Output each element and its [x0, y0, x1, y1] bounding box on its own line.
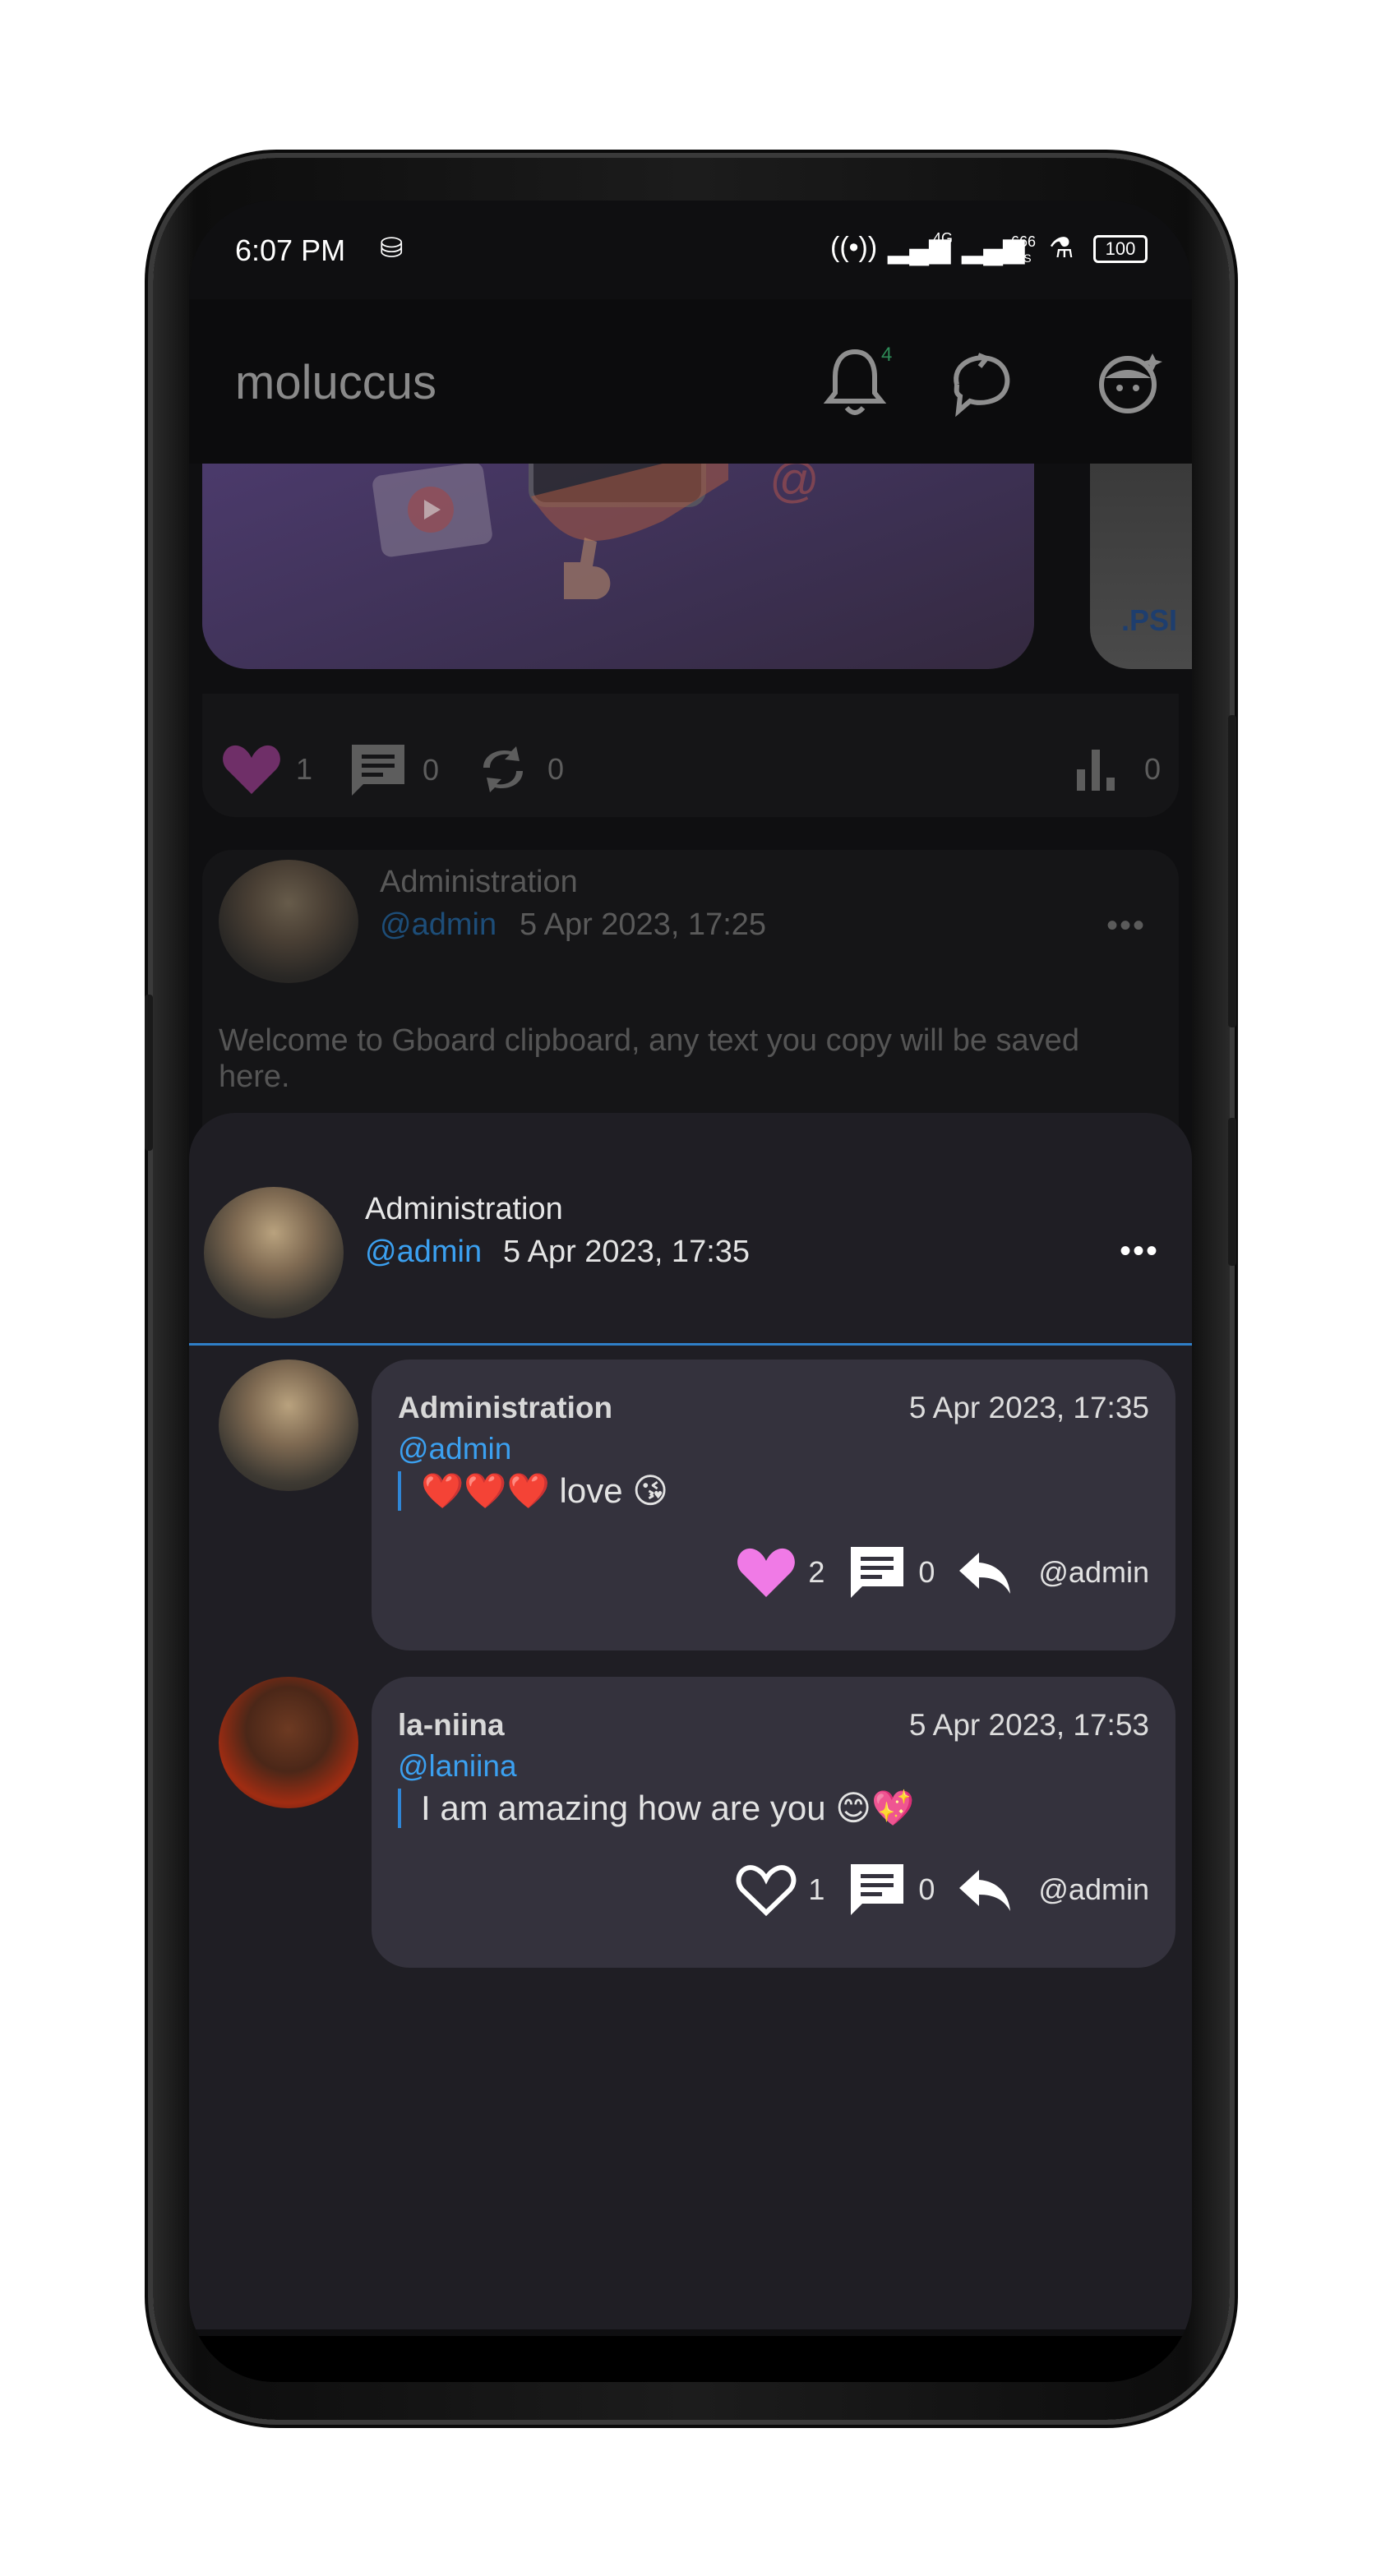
comment-avatar[interactable]: [219, 1677, 358, 1808]
hotspot-icon: ((•)): [830, 232, 878, 263]
comment-author-name: la-niina: [398, 1708, 505, 1742]
comment-icon[interactable]: [848, 1544, 907, 1601]
bg-post-author-handle[interactable]: @admin: [380, 907, 497, 943]
svg-text:@: @: [769, 464, 820, 507]
comment-date: 5 Apr 2023, 17:35: [908, 1391, 1149, 1424]
comment-text: I am amazing how are you 😊💖: [398, 1789, 914, 1828]
comment-author-name: Administration: [398, 1391, 613, 1424]
post-view-count: 0: [1144, 752, 1162, 786]
notification-count: 4: [881, 344, 893, 366]
post-banner-image[interactable]: @: [202, 464, 1034, 669]
comment-icon[interactable]: [848, 1861, 907, 1918]
comment-actions: 2 0 @admin: [736, 1544, 1149, 1601]
profile-face-icon[interactable]: [1093, 345, 1167, 419]
post-comment[interactable]: 0: [349, 741, 439, 799]
sim-icon: ⛁: [380, 233, 404, 264]
speed-unit: B/S: [1013, 252, 1032, 265]
volume-button: [145, 995, 153, 1151]
bg-post-text: Welcome to Gboard clipboard, any text yo…: [219, 1023, 1079, 1094]
comment-actions: 1 0 @admin: [736, 1861, 1149, 1918]
bg-post-author-name: Administration: [380, 865, 578, 899]
app-title: moluccus: [235, 356, 436, 409]
post-repost[interactable]: 0: [473, 743, 564, 796]
post-views[interactable]: 0: [1074, 745, 1161, 794]
comment-reply-count: 0: [918, 1555, 935, 1589]
comment-avatar[interactable]: [219, 1360, 358, 1491]
bell-icon[interactable]: [822, 345, 888, 419]
sheet-author-handle[interactable]: @admin: [365, 1235, 482, 1270]
speed-value: 666: [1011, 233, 1037, 250]
bar-chart-icon: [1077, 750, 1115, 791]
illustration-image: @: [372, 464, 820, 599]
comment-icon: [352, 745, 404, 796]
comment-like-count: 2: [808, 1555, 825, 1589]
sheet-divider: [189, 1343, 1192, 1346]
comment-date: 5 Apr 2023, 17:53: [908, 1708, 1149, 1742]
sheet-more-options-icon[interactable]: •••: [1120, 1233, 1159, 1270]
comment-reply-to[interactable]: @admin: [1038, 1555, 1149, 1590]
bg-post-date: 5 Apr 2023, 17:25: [520, 907, 767, 942]
post-like-count: 1: [296, 752, 313, 786]
battery-indicator: 100: [1093, 235, 1148, 263]
sheet-post-date: 5 Apr 2023, 17:35: [503, 1235, 751, 1269]
sheet-author-avatar[interactable]: [204, 1187, 344, 1318]
screen: 6:07 PM ⛁ ((•)) ▂▄▆ 4G ▂▄▆ 666 B/S ⚗ 100…: [189, 201, 1192, 2382]
avatar[interactable]: [219, 860, 358, 983]
power-button: [1228, 715, 1236, 1027]
comment-author-handle[interactable]: @laniina: [398, 1749, 517, 1784]
comment-card[interactable]: Administration 5 Apr 2023, 17:35 @admin …: [372, 1360, 1175, 1650]
heart-filled-icon[interactable]: [736, 1546, 797, 1599]
side-button: [1228, 1118, 1236, 1266]
comment-card[interactable]: la-niina 5 Apr 2023, 17:53 @laniina I am…: [372, 1677, 1175, 1968]
post-repost-count: 0: [547, 752, 565, 786]
post-comment-count: 0: [423, 753, 440, 787]
status-time: 6:07 PM: [235, 233, 346, 267]
chat-sync-icon[interactable]: [940, 344, 1019, 422]
repost-icon: [483, 746, 523, 792]
comment-reply-to[interactable]: @admin: [1038, 1872, 1149, 1907]
post-banner-image-2[interactable]: .PSI: [1090, 464, 1192, 669]
comment-text: ❤️❤️❤️ love 😘: [398, 1471, 668, 1511]
heart-filled-icon: [223, 745, 280, 794]
comment-reply-count: 0: [918, 1872, 935, 1906]
more-options-icon[interactable]: •••: [1106, 907, 1146, 944]
post-like[interactable]: 1: [222, 743, 312, 796]
heart-outline-icon[interactable]: [736, 1863, 797, 1916]
navigation-bar: [189, 2336, 1192, 2382]
sheet-author-name: Administration: [365, 1192, 563, 1226]
reply-icon[interactable]: [958, 1549, 1012, 1595]
status-bar: 6:07 PM ⛁ ((•)) ▂▄▆ 4G ▂▄▆ 666 B/S ⚗ 100: [189, 201, 1192, 299]
comment-like-count: 1: [808, 1872, 825, 1906]
reply-icon[interactable]: [958, 1867, 1012, 1913]
comment-author-handle[interactable]: @admin: [398, 1432, 511, 1466]
flask-icon: ⚗: [1049, 233, 1074, 264]
network-type: 4G: [933, 230, 954, 247]
